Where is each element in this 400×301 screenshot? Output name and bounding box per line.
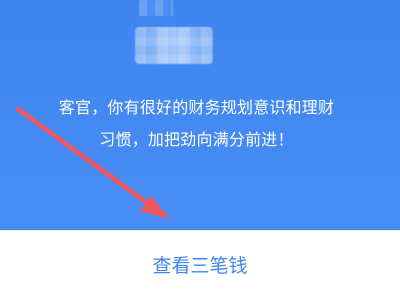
blurred-score bbox=[135, 27, 213, 64]
bottom-action-bar: 查看三笔钱 bbox=[0, 230, 400, 301]
financial-message: 客官，你有很好的财务规划意识和理财 习惯，加把劲向满分前进！ bbox=[19, 92, 374, 156]
view-three-funds-button[interactable]: 查看三笔钱 bbox=[0, 231, 400, 301]
financial-message-line-2: 习惯，加把劲向满分前进！ bbox=[99, 130, 294, 149]
blurred-header-fragment bbox=[139, 0, 173, 16]
financial-message-line-1: 客官，你有很好的财务规划意识和理财 bbox=[58, 98, 335, 117]
